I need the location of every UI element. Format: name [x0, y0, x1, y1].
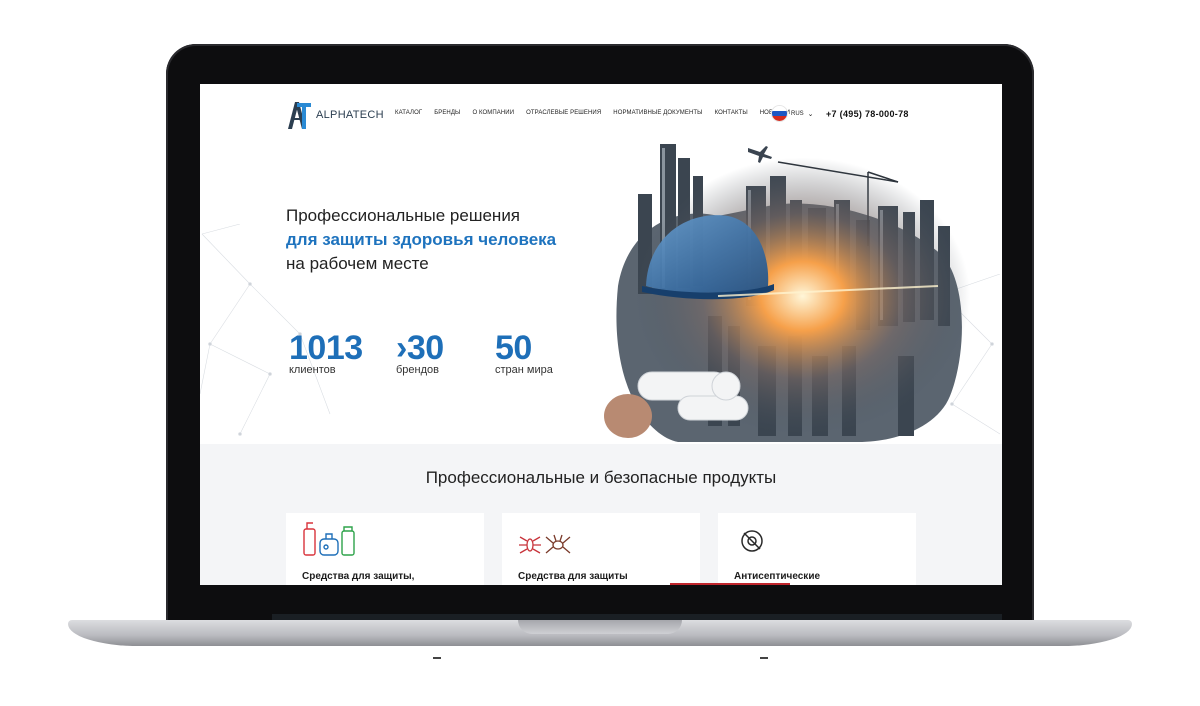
language-selector[interactable]: RUS ⌄: [772, 106, 814, 121]
laptop-notch: [518, 620, 682, 634]
logo-mark-icon: [286, 100, 312, 130]
website-screen: ALPHATECH КАТАЛОГ БРЕНДЫ О КОМПАНИИ ОТРА…: [200, 84, 1002, 585]
russia-flag-icon: [772, 106, 787, 121]
nav-item-about[interactable]: О КОМПАНИИ: [472, 110, 514, 116]
stat-label: стран мира: [495, 364, 553, 376]
insects-icon: [519, 534, 571, 554]
logo[interactable]: ALPHATECH: [286, 100, 384, 130]
no-germs-icon: [741, 530, 763, 552]
product-card-skin-protection[interactable]: Средства для защиты,: [286, 513, 484, 585]
hero-heading-line3: на рабочем месте: [286, 254, 429, 273]
chevron-down-icon: ⌄: [807, 110, 814, 118]
product-card-antiseptics[interactable]: Антисептические: [718, 513, 916, 585]
products-section: Профессиональные и безопасные продукты С…: [200, 444, 1002, 585]
nav-item-brands[interactable]: БРЕНДЫ: [434, 110, 460, 116]
language-label: RUS: [791, 110, 804, 117]
laptop-foot-left: [433, 657, 441, 659]
stat-clients: 1013 клиентов: [289, 330, 363, 376]
hero-heading-highlight: для защиты здоровья человека: [286, 230, 557, 249]
nav-item-contacts[interactable]: КОНТАКТЫ: [715, 110, 748, 116]
bottles-icon: [303, 522, 355, 556]
product-card-title: Средства для защиты: [518, 571, 628, 582]
hero-city-worker-image: [598, 136, 970, 444]
stat-value: ›30: [396, 329, 444, 367]
products-title: Профессиональные и безопасные продукты: [425, 468, 777, 487]
product-card-title: Антисептические: [734, 571, 821, 582]
hero-heading-line1: Профессиональные решения: [286, 206, 521, 225]
phone-number[interactable]: +7 (495) 78-000-78: [826, 109, 909, 119]
main-nav: КАТАЛОГ БРЕНДЫ О КОМПАНИИ ОТРАСЛЕВЫЕ РЕШ…: [395, 110, 790, 116]
laptop-foot-right: [760, 657, 768, 659]
stat-value: 1013: [289, 329, 363, 367]
stat-countries: 50 стран мира: [495, 330, 553, 376]
product-card-title: Средства для защиты,: [302, 571, 415, 582]
stat-brands: ›30 брендов: [396, 330, 444, 376]
nav-item-catalog[interactable]: КАТАЛОГ: [395, 110, 422, 116]
stat-value: 50: [495, 329, 532, 367]
nav-item-solutions[interactable]: ОТРАСЛЕВЫЕ РЕШЕНИЯ: [526, 110, 601, 116]
logo-text: ALPHATECH: [316, 109, 384, 121]
nav-item-documents[interactable]: НОРМАТИВНЫЕ ДОКУМЕНТЫ: [613, 110, 702, 116]
scroll-indicator: [670, 583, 790, 585]
stat-label: брендов: [396, 364, 439, 376]
product-card-insect-protection[interactable]: Средства для защиты: [502, 513, 700, 585]
